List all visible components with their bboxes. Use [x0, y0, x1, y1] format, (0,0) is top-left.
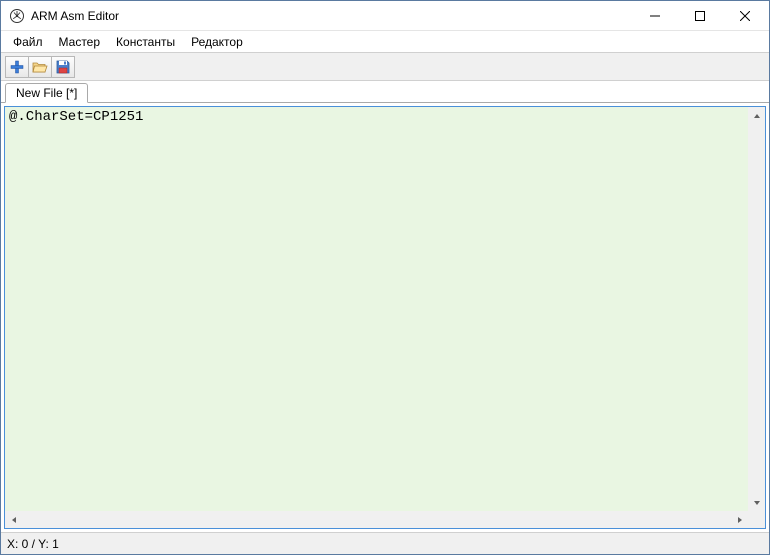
- tab-new-file[interactable]: New File [*]: [5, 83, 88, 103]
- minimize-button[interactable]: [632, 1, 677, 30]
- folder-open-icon: [32, 60, 48, 74]
- window-title: ARM Asm Editor: [31, 9, 632, 23]
- save-file-button[interactable]: [51, 56, 75, 78]
- plus-icon: [10, 60, 24, 74]
- tab-label: New File [*]: [16, 86, 77, 100]
- toolbar: [1, 53, 769, 81]
- menu-editor[interactable]: Редактор: [183, 33, 251, 51]
- statusbar: X: 0 / Y: 1: [1, 532, 769, 554]
- scroll-left-icon[interactable]: [5, 511, 22, 528]
- scroll-up-icon[interactable]: [748, 107, 765, 124]
- menu-file[interactable]: Файл: [5, 33, 51, 51]
- new-file-button[interactable]: [5, 56, 29, 78]
- tab-strip: New File [*]: [1, 81, 769, 103]
- vertical-scrollbar[interactable]: [748, 107, 765, 511]
- horizontal-scrollbar[interactable]: [5, 511, 765, 528]
- scroll-down-icon[interactable]: [748, 494, 765, 511]
- close-button[interactable]: [722, 1, 767, 30]
- maximize-button[interactable]: [677, 1, 722, 30]
- menu-master[interactable]: Мастер: [51, 33, 109, 51]
- minimize-icon: [650, 11, 660, 21]
- scroll-corner: [748, 511, 765, 528]
- titlebar: ARM Asm Editor: [1, 1, 769, 31]
- menubar: Файл Мастер Константы Редактор: [1, 31, 769, 53]
- app-window: ARM Asm Editor Файл Мастер Константы Ред…: [0, 0, 770, 555]
- open-file-button[interactable]: [28, 56, 52, 78]
- maximize-icon: [695, 11, 705, 21]
- app-icon: [9, 8, 25, 24]
- close-icon: [740, 11, 750, 21]
- editor-border: @.CharSet=CP1251: [4, 106, 766, 529]
- cursor-position: X: 0 / Y: 1: [7, 537, 59, 551]
- scroll-right-icon[interactable]: [731, 511, 748, 528]
- floppy-save-icon: [56, 60, 70, 74]
- window-buttons: [632, 1, 767, 30]
- code-editor[interactable]: @.CharSet=CP1251: [5, 107, 748, 511]
- menu-constants[interactable]: Константы: [108, 33, 183, 51]
- editor-area: @.CharSet=CP1251: [1, 103, 769, 532]
